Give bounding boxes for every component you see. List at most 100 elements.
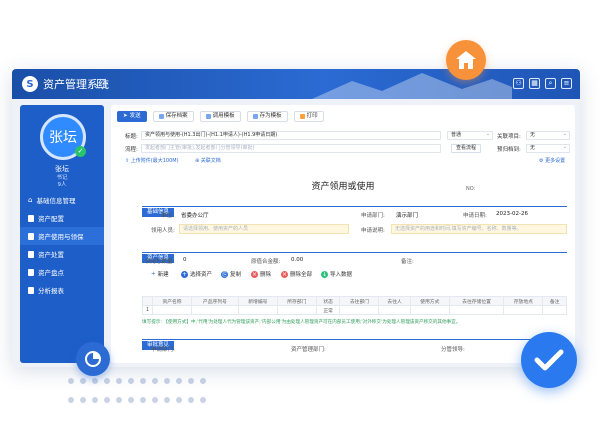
sidebar-item-label: 分析报表 [38,287,64,295]
basic-info-section: 基础信息 [142,198,567,217]
new-button[interactable]: + 新建 [151,270,169,278]
doc-icon [28,250,34,258]
user-input[interactable]: 请选择领用、使用资产的人员 [179,224,349,234]
delete-button-label: 删除 [260,272,272,278]
send-button[interactable]: ➤ 发送 [117,111,147,122]
load-template-button[interactable]: 调用模板 [199,111,241,122]
archive-select[interactable]: 无 [526,144,570,153]
sidebar-item-label: 资产使用与领保 [38,233,84,241]
check-badge-icon: ✓ [75,146,86,157]
form-title: 资产领用或使用 [311,182,375,192]
col-status: 状态 [315,296,341,306]
col-remark: 备注 [542,296,567,306]
desc-input[interactable]: 无选择资产的用途和时间,填写资产编号、名称、数量等。 [391,224,567,234]
table-row[interactable]: 1 正常 [142,305,567,315]
print-icon [299,114,305,119]
toolbar: ➤ 发送 保存档案 调用模板 存为模板 打印 [117,111,324,122]
view-flow-button[interactable]: 查看流程 [451,144,482,153]
sidebar-menu: ⌂ 基础信息管理 资产配置 资产使用与领保 资产处置 资产盘点 分析报表 [20,191,104,299]
home-icon: ⌂ [28,196,33,204]
select-asset-button[interactable]: + 选择资产 [181,270,212,278]
save-button[interactable]: 保存档案 [152,111,194,122]
copy-button[interactable]: ⎘ 复制 [221,270,241,278]
user-icon[interactable]: ⚇ [513,78,524,89]
related-doc-link[interactable]: ⊕ 关联文档 [195,157,221,164]
form-number-label: NO: [466,186,476,192]
archive-label: 预归档到: [497,147,521,153]
copy-button-label: 复制 [230,272,242,278]
flow-input[interactable]: 发起者部门主管(审批),发起者部门分管领导(审批) [141,144,441,153]
delete-button[interactable]: × 删除 [251,270,271,278]
col-location: 存放地点 [503,296,544,306]
col-serial: 产品序列号 [191,296,239,306]
print-button[interactable]: 打印 [293,111,324,122]
total-amount-label: 原值合金额: [251,259,281,265]
subject-input[interactable]: 资产领用与使用-(H1.3出门)-(H1.1申请人)-(H1.9申请日期) [141,131,441,140]
sidebar-item-reports[interactable]: 分析报表 [20,281,104,299]
pie-chart-badge-icon [76,342,110,376]
load-template-label: 调用模板 [212,113,235,119]
desc-label: 申请说明: [361,228,385,234]
sidebar: 张坛 ✓ 张坛 书记 9人 ⌂ 基础信息管理 资产配置 资产使用与领保 资产处置 … [20,105,104,363]
main-content: ➤ 发送 保存档案 调用模板 存为模板 打印 标题: 资产领用与使用-(H1.3出… [111,105,575,363]
sidebar-item-label: 资产配置 [38,215,64,223]
sidebar-item-asset-inventory[interactable]: 资产盘点 [20,263,104,281]
doc-icon [28,268,34,276]
sidebar-item-asset-disposal[interactable]: 资产处置 [20,245,104,263]
select-asset-label: 选择资产 [190,272,213,278]
user-count: 9人 [57,182,67,188]
unit-value: 省委办公厅 [181,213,209,219]
search-icon[interactable]: ⌕ [545,78,556,89]
subject-label: 标题: [125,134,138,140]
collapse-menu-icon[interactable] [97,79,106,88]
col-dept: 所存部门 [276,296,317,306]
import-button-label: 导入数据 [330,272,353,278]
sidebar-item-label: 资产盘点 [38,269,64,277]
new-button-label: 新建 [157,272,169,278]
page: S 资产管理系统 ⚇ ▦ ⌕ ≡ 张坛 ✓ 张坛 书记 9人 ⌂ 基础信息管理 资… [0,0,605,428]
priority-select[interactable]: 普通 [447,131,493,140]
menu-icon[interactable]: ≡ [561,78,572,89]
asset-info-section: 资产信息 [142,244,567,263]
save-icon [158,114,164,119]
date-value: 2023-02-26 [496,211,528,217]
print-button-label: 打印 [306,113,318,119]
sidebar-item-asset-use[interactable]: 资产使用与领保 [20,227,104,245]
house-icon [456,51,476,69]
col-to-dept: 去往部门 [339,296,380,306]
import-icon: ↓ [321,270,328,278]
sidebar-item-basic-info[interactable]: ⌂ 基础信息管理 [20,191,104,209]
app-logo-icon: S [22,76,38,92]
related-project-select[interactable]: 无 [526,131,570,140]
more-settings-link[interactable]: ⚙ 更多设置 [539,157,565,164]
home-badge-icon [446,40,486,80]
template-icon [205,114,211,119]
usage-hint: 填写提示: 【使用方式】中,'代用'为处理人代为管理该资产;'内部公用'为由处理… [142,320,461,325]
related-project-label: 关联项目: [497,134,521,140]
remark-label: 备注: [401,259,414,265]
send-icon: ➤ [123,113,128,119]
plus-icon: + [151,271,156,277]
doc-icon [28,214,34,222]
leader-label: 分管领导: [441,347,465,353]
save-template-button[interactable]: 存为模板 [246,111,288,122]
sidebar-item-asset-config[interactable]: 资产配置 [20,209,104,227]
avatar-text: 张坛 [49,130,77,146]
col-new-code: 新增编号 [237,296,278,306]
upload-attachment-link[interactable]: ⇪ 上传附件(最大100M) [125,157,179,164]
mountain-banner [312,73,512,99]
import-button[interactable]: ↓ 导入数据 [321,270,352,278]
sidebar-item-label: 资产处置 [38,251,64,259]
table-header: 资产名称 产品序列号 新增编号 所存部门 状态 去往部门 去往人 使用方式 去往… [142,296,567,306]
asset-table: 资产名称 产品序列号 新增编号 所存部门 状态 去往部门 去往人 使用方式 去往… [142,296,567,315]
apps-icon[interactable]: ▦ [529,78,540,89]
doc-icon [28,232,34,240]
delete-all-button[interactable]: × 删除全部 [281,270,312,278]
app-window: S 资产管理系统 ⚇ ▦ ⌕ ≡ 张坛 ✓ 张坛 书记 9人 ⌂ 基础信息管理 资… [12,69,580,367]
dept-value: 演示部门 [396,213,419,219]
date-label: 申请日期: [463,213,487,219]
doc-icon [28,286,34,294]
approval-section: 审批意见 [142,331,567,350]
delete-all-icon: × [281,270,288,278]
top-icons: ⚇ ▦ ⌕ ≡ [513,78,572,89]
